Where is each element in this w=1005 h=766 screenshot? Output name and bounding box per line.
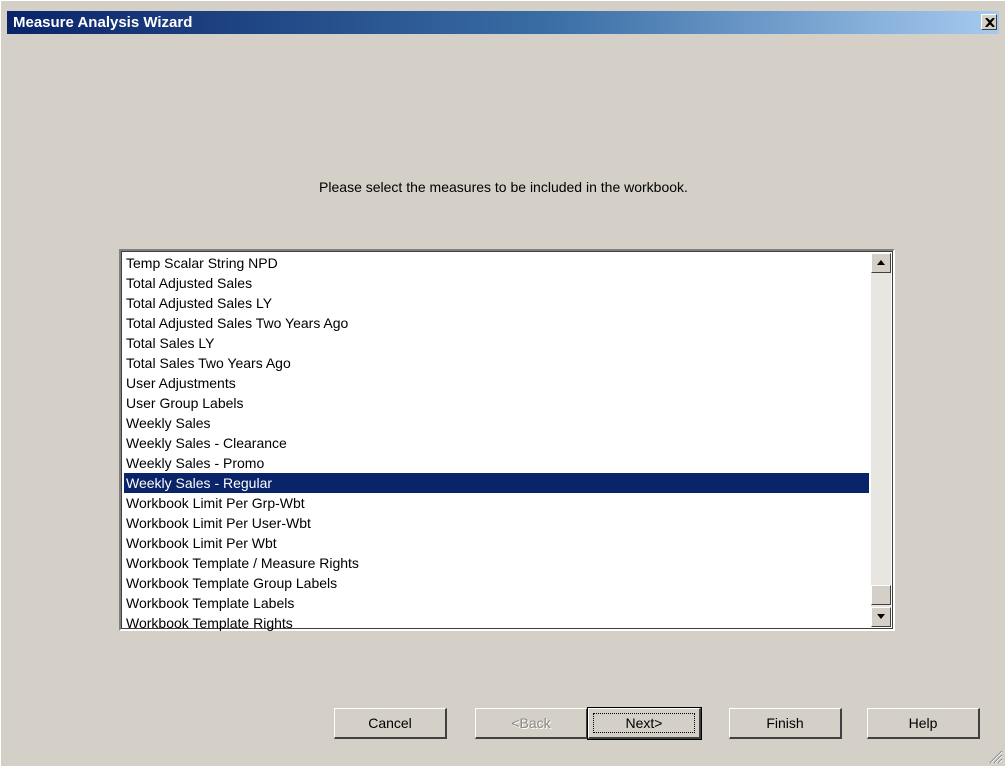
scroll-thumb[interactable] (871, 585, 891, 605)
close-button[interactable] (981, 14, 997, 30)
list-item[interactable]: Workbook Template Labels (124, 593, 869, 613)
list-item[interactable]: Total Adjusted Sales LY (124, 293, 869, 313)
cancel-label: Cancel (368, 715, 412, 731)
back-label: <Back (511, 715, 551, 731)
list-item[interactable]: Weekly Sales - Clearance (124, 433, 869, 453)
cancel-button[interactable]: Cancel (334, 708, 447, 739)
list-item[interactable]: User Group Labels (124, 393, 869, 413)
window-title: Measure Analysis Wizard (13, 14, 193, 31)
list-item[interactable]: Weekly Sales - Promo (124, 453, 869, 473)
list-item[interactable]: Total Adjusted Sales Two Years Ago (124, 313, 869, 333)
finish-label: Finish (766, 715, 804, 731)
scroll-up-button[interactable] (871, 253, 891, 273)
list-item[interactable]: Temp Scalar String NPD (124, 253, 869, 273)
list-item[interactable]: Workbook Limit Per Grp-Wbt (124, 493, 869, 513)
list-item[interactable]: Workbook Template Rights (124, 613, 869, 633)
instruction-text: Please select the measures to be include… (319, 179, 688, 195)
close-icon (985, 18, 995, 27)
list-item[interactable]: Workbook Template / Measure Rights (124, 553, 869, 573)
list-item[interactable]: Weekly Sales - Regular (124, 473, 869, 493)
measures-listbox[interactable]: Temp Scalar String NPD Total Adjusted Sal… (119, 249, 895, 631)
title-bar[interactable]: Measure Analysis Wizard (7, 11, 999, 34)
wizard-window: Measure Analysis Wizard Please select th… (0, 0, 1005, 766)
list-item[interactable]: Total Sales Two Years Ago (124, 353, 869, 373)
list-item[interactable]: Workbook Template Group Labels (124, 573, 869, 593)
list-item[interactable]: Workbook Limit Per Wbt (124, 533, 869, 553)
finish-button[interactable]: Finish (729, 708, 842, 739)
list-item[interactable]: User Adjustments (124, 373, 869, 393)
list-item[interactable]: Total Sales LY (124, 333, 869, 353)
arrow-up-icon (877, 260, 885, 265)
list-item[interactable]: Total Adjusted Sales (124, 273, 869, 293)
back-button[interactable]: <Back (475, 708, 588, 739)
scroll-down-button[interactable] (871, 607, 891, 627)
list-item[interactable]: Workbook Limit Per User-Wbt (124, 513, 869, 533)
focus-rect (593, 713, 695, 733)
help-button[interactable]: Help (867, 708, 980, 739)
vertical-scrollbar[interactable] (871, 253, 891, 627)
arrow-down-icon (877, 614, 885, 619)
next-button[interactable]: Next> (587, 707, 702, 740)
list-item[interactable]: Weekly Sales (124, 413, 869, 433)
measures-list: Temp Scalar String NPD Total Adjusted Sal… (124, 253, 869, 633)
help-label: Help (908, 715, 938, 731)
resize-grip-icon[interactable] (989, 750, 1003, 764)
